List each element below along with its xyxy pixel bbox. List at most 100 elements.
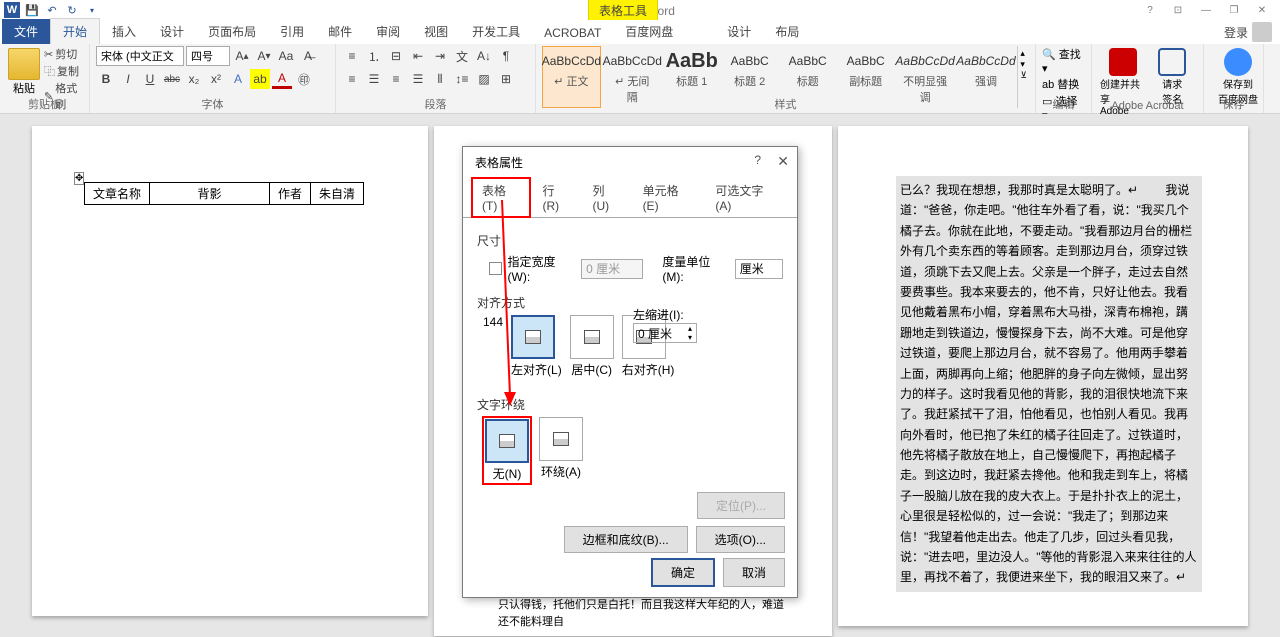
bullets-icon[interactable]: ≡ — [342, 46, 362, 66]
indent-spinner[interactable]: 0 厘米▴▾ — [633, 323, 697, 343]
styles-scroll-up-icon[interactable]: ▴ — [1020, 48, 1027, 59]
cancel-button[interactable]: 取消 — [723, 558, 785, 587]
subscript-icon[interactable]: x₂ — [184, 69, 204, 89]
justify-icon[interactable]: ☰ — [408, 69, 428, 89]
clear-format-icon[interactable]: A̶ — [298, 46, 318, 66]
dialog-help-icon[interactable]: ? — [754, 153, 761, 167]
tab-developer[interactable]: 开发工具 — [460, 19, 532, 44]
size-section-label: 尺寸 — [477, 232, 783, 249]
wrap-around-option[interactable]: 环绕(A) — [539, 417, 583, 484]
increase-indent-icon[interactable]: ⇥ — [430, 46, 450, 66]
tab-view[interactable]: 视图 — [412, 19, 460, 44]
quick-access-toolbar: W 💾 ↶ ↻ ▾ — [0, 2, 100, 18]
italic-button[interactable]: I — [118, 69, 138, 89]
close-icon[interactable]: ✕ — [1252, 2, 1272, 18]
ok-button[interactable]: 确定 — [651, 558, 715, 587]
text-effects-icon[interactable]: A — [228, 69, 248, 89]
numbering-icon[interactable]: ⒈ — [364, 46, 384, 66]
dialog-tab-column[interactable]: 列(U) — [582, 177, 632, 218]
tab-table-layout[interactable]: 布局 — [763, 19, 811, 44]
baidu-label: 保存 — [1204, 96, 1263, 112]
ribbon: 粘贴 ✂剪切 ⿻复制 ✎格式刷 剪贴板 宋体 (中文正文 四号 A▴ A▾ Aa… — [0, 44, 1280, 114]
enclose-char-icon[interactable]: ㊞ — [294, 69, 314, 89]
strike-button[interactable]: abc — [162, 69, 182, 89]
tab-mailings[interactable]: 邮件 — [316, 19, 364, 44]
page-1[interactable]: ✥ 文章名称 背影 作者 朱自清 — [32, 126, 428, 616]
options-button[interactable]: 选项(O)... — [696, 526, 785, 553]
borders-icon[interactable]: ⊞ — [496, 69, 516, 89]
redo-icon[interactable]: ↻ — [64, 2, 80, 18]
cut-button[interactable]: ✂剪切 — [44, 46, 83, 62]
grow-font-icon[interactable]: A▴ — [232, 46, 252, 66]
undo-icon[interactable]: ↶ — [44, 2, 60, 18]
align-center-icon[interactable]: ☰ — [364, 69, 384, 89]
cell-article-name[interactable]: 文章名称 — [85, 183, 150, 205]
tab-design[interactable]: 设计 — [148, 19, 196, 44]
distribute-icon[interactable]: ⫴ — [430, 69, 450, 89]
align-left-icon[interactable]: ≡ — [342, 69, 362, 89]
styles-more-icon[interactable]: ⊻ — [1020, 70, 1027, 81]
align-center-option[interactable]: 居中(C) — [570, 315, 614, 378]
page3-body-text: 已么？我现在想想，我那时真是太聪明了。↵ 我说道："爸爸，你走吧。"他往车外看了… — [896, 176, 1202, 592]
tab-layout[interactable]: 页面布局 — [196, 19, 268, 44]
width-input[interactable]: 0 厘米 — [581, 259, 643, 279]
highlight-icon[interactable]: ab — [250, 69, 270, 89]
underline-button[interactable]: U — [140, 69, 160, 89]
sort-icon[interactable]: A↓ — [474, 46, 494, 66]
dialog-close-icon[interactable]: ✕ — [777, 153, 789, 170]
copy-button[interactable]: ⿻复制 — [44, 63, 83, 79]
font-name-combo[interactable]: 宋体 (中文正文 — [96, 46, 184, 66]
cell-title[interactable]: 背影 — [150, 183, 270, 205]
tab-home[interactable]: 开始 — [50, 18, 100, 44]
unit-select[interactable]: 厘米 — [735, 259, 783, 279]
find-button[interactable]: 🔍 查找 ▾ — [1042, 46, 1085, 75]
align-left-option[interactable]: 左对齐(L) — [511, 315, 562, 378]
editing-label: 编辑 — [1036, 96, 1091, 112]
replace-button[interactable]: ab 替换 — [1042, 76, 1085, 92]
border-shading-button[interactable]: 边框和底纹(B)... — [564, 526, 688, 553]
table-anchor-icon[interactable]: ✥ — [74, 172, 84, 185]
qat-dropdown-icon[interactable]: ▾ — [84, 2, 100, 18]
dialog-tab-row[interactable]: 行(R) — [531, 177, 581, 218]
tab-review[interactable]: 审阅 — [364, 19, 412, 44]
login-area[interactable]: 登录 — [1224, 22, 1272, 42]
tab-acrobat[interactable]: ACROBAT — [532, 22, 613, 44]
tab-table-design[interactable]: 设计 — [715, 19, 763, 44]
multilevel-icon[interactable]: ⊟ — [386, 46, 406, 66]
tab-insert[interactable]: 插入 — [100, 19, 148, 44]
cell-author-name[interactable]: 朱自清 — [311, 183, 364, 205]
decrease-indent-icon[interactable]: ⇤ — [408, 46, 428, 66]
align-right-icon[interactable]: ≡ — [386, 69, 406, 89]
dialog-tab-table[interactable]: 表格(T) — [471, 177, 531, 218]
shading-icon[interactable]: ▨ — [474, 69, 494, 89]
wrap-none-option[interactable]: 无(N) — [483, 417, 531, 484]
font-color-icon[interactable]: A — [272, 69, 292, 89]
page-3[interactable]: 已么？我现在想想，我那时真是太聪明了。↵ 我说道："爸爸，你走吧。"他往车外看了… — [838, 126, 1248, 626]
help-icon[interactable]: ? — [1140, 2, 1160, 18]
shrink-font-icon[interactable]: A▾ — [254, 46, 274, 66]
dialog-tab-alt[interactable]: 可选文字(A) — [704, 177, 789, 218]
styles-scroll-down-icon[interactable]: ▾ — [1020, 59, 1027, 70]
show-marks-icon[interactable]: ¶ — [496, 46, 516, 66]
ribbon-display-icon[interactable]: ⊡ — [1168, 2, 1188, 18]
minimize-icon[interactable]: — — [1196, 2, 1216, 18]
tab-baidu[interactable]: 百度网盘 — [613, 19, 685, 44]
save-icon[interactable]: 💾 — [24, 2, 40, 18]
dialog-tab-cell[interactable]: 单元格(E) — [632, 177, 705, 218]
font-size-combo[interactable]: 四号 — [186, 46, 230, 66]
width-checkbox[interactable] — [489, 262, 502, 275]
group-editing: 🔍 查找 ▾ ab 替换 ▭ 选择 ▾ 编辑 — [1036, 44, 1092, 113]
cell-author-label[interactable]: 作者 — [270, 183, 311, 205]
tab-file[interactable]: 文件 — [2, 19, 50, 44]
asian-layout-icon[interactable]: 文 — [452, 46, 472, 66]
bold-button[interactable]: B — [96, 69, 116, 89]
dialog-tabs: 表格(T) 行(R) 列(U) 单元格(E) 可选文字(A) — [463, 177, 797, 218]
line-spacing-icon[interactable]: ↕≡ — [452, 69, 472, 89]
dialog-title-bar[interactable]: 表格属性 ? ✕ — [463, 147, 797, 177]
pdf-icon — [1109, 48, 1137, 76]
tab-references[interactable]: 引用 — [268, 19, 316, 44]
document-table[interactable]: 文章名称 背影 作者 朱自清 — [84, 182, 364, 205]
restore-icon[interactable]: ❐ — [1224, 2, 1244, 18]
superscript-icon[interactable]: x² — [206, 69, 226, 89]
change-case-icon[interactable]: Aa — [276, 46, 296, 66]
